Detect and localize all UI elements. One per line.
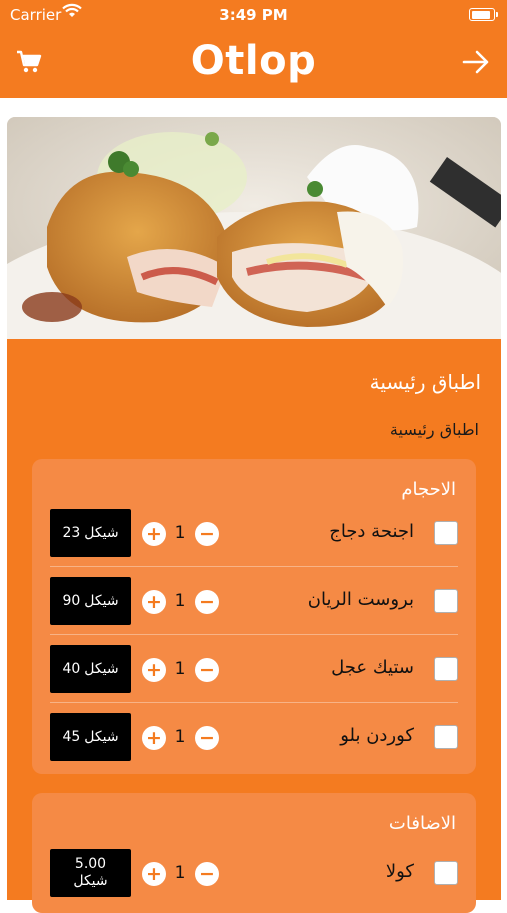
battery-icon [469, 8, 498, 21]
price-currency: شيكل [73, 873, 108, 889]
status-bar: Carrier 3:49 PM [0, 0, 507, 30]
minus-button[interactable]: − [195, 862, 219, 886]
price-value: 45 [62, 729, 81, 745]
arrow-right-icon[interactable] [461, 48, 491, 76]
options-card-sizes: الاحجام اجنحة دجاج − 1 + 23 شيكل بروست ا… [32, 459, 476, 774]
item-checkbox[interactable] [434, 861, 458, 885]
price-badge: 23 شيكل [50, 509, 131, 557]
divider [50, 634, 458, 635]
item-name: كولا [385, 861, 414, 882]
item-name: اجنحة دجاج [329, 521, 414, 542]
plus-button[interactable]: + [142, 590, 166, 614]
price-badge: 90 شيكل [50, 577, 131, 625]
category-subtitle: اطباق رئيسية [389, 420, 479, 439]
price-currency: شيكل [84, 593, 119, 609]
price-currency: شيكل [84, 525, 119, 541]
item-checkbox[interactable] [434, 657, 458, 681]
category-title: اطباق رئيسية [369, 370, 481, 394]
price-currency: شيكل [84, 729, 119, 745]
divider [50, 566, 458, 567]
plus-button[interactable]: + [142, 726, 166, 750]
minus-button[interactable]: − [195, 522, 219, 546]
clock: 3:49 PM [219, 6, 288, 24]
app-logo: Otlop [190, 38, 317, 84]
divider [50, 702, 458, 703]
price-value: 40 [62, 661, 81, 677]
app-header: Carrier 3:49 PM Otlop [0, 0, 507, 98]
options-card-extras: الاضافات كولا − 1 + 5.00 شيكل [32, 793, 476, 913]
minus-button[interactable]: − [195, 590, 219, 614]
quantity-value: 1 [174, 523, 186, 543]
item-name: بروست الريان [307, 589, 414, 610]
dish-image [7, 117, 501, 339]
minus-button[interactable]: − [195, 726, 219, 750]
plus-button[interactable]: + [142, 522, 166, 546]
quantity-value: 1 [174, 727, 186, 747]
plus-button[interactable]: + [142, 862, 166, 886]
quantity-value: 1 [174, 863, 186, 883]
price-badge: 45 شيكل [50, 713, 131, 761]
item-name: ستيك عجل [331, 657, 414, 678]
price-value: 5.00 [74, 856, 107, 872]
list-item: بروست الريان − 1 + 90 شيكل [32, 569, 476, 635]
item-checkbox[interactable] [434, 725, 458, 749]
minus-button[interactable]: − [195, 658, 219, 682]
list-item: كولا − 1 + 5.00 شيكل [32, 841, 476, 907]
quantity-value: 1 [174, 659, 186, 679]
group-title: الاضافات [388, 813, 456, 834]
item-checkbox[interactable] [434, 521, 458, 545]
plus-button[interactable]: + [142, 658, 166, 682]
group-title: الاحجام [401, 479, 456, 500]
list-item: كوردن بلو − 1 + 45 شيكل [32, 705, 476, 771]
list-item: اجنحة دجاج − 1 + 23 شيكل [32, 501, 476, 567]
price-value: 23 [62, 525, 81, 541]
item-checkbox[interactable] [434, 589, 458, 613]
price-badge: 5.00 شيكل [50, 849, 131, 897]
list-item: ستيك عجل − 1 + 40 شيكل [32, 637, 476, 703]
price-currency: شيكل [84, 661, 119, 677]
quantity-value: 1 [174, 591, 186, 611]
price-badge: 40 شيكل [50, 645, 131, 693]
item-name: كوردن بلو [340, 725, 414, 746]
price-value: 90 [62, 593, 81, 609]
